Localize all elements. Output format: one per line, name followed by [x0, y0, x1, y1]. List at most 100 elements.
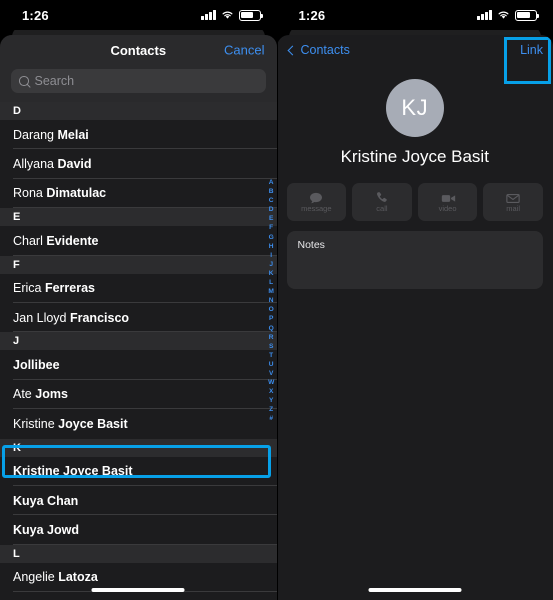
section-header-E: E: [0, 208, 277, 227]
back-button[interactable]: Contacts: [287, 43, 350, 57]
list-item[interactable]: Jollibee: [0, 350, 277, 381]
message-bubble-icon: [309, 191, 323, 204]
list-item[interactable]: Kristine Joyce Basit: [0, 409, 277, 439]
list-item[interactable]: Darang Melai: [0, 120, 277, 150]
section-header-F: F: [0, 255, 277, 274]
contact-name-label: Kristine Joyce Basit: [13, 464, 133, 479]
index-letter-L[interactable]: L: [269, 278, 273, 287]
detail-nav-bar: Contacts Link: [277, 35, 553, 84]
list-item[interactable]: Kristine Joyce Basit: [0, 456, 277, 487]
index-letter-G[interactable]: G: [269, 233, 274, 242]
index-letter-hash[interactable]: #: [269, 414, 273, 423]
list-item[interactable]: Kuya Jowd: [0, 515, 277, 546]
contact-name-label: Ate Joms: [13, 387, 68, 402]
action-button-message[interactable]: message: [286, 183, 347, 221]
index-letter-F[interactable]: F: [269, 223, 273, 232]
envelope-icon: [506, 191, 520, 204]
chevron-left-icon: [287, 45, 297, 55]
index-letter-P[interactable]: P: [269, 314, 274, 323]
index-letter-A[interactable]: A: [269, 178, 274, 187]
section-header-letter: L: [13, 547, 20, 560]
action-button-row: message call video mail: [277, 167, 553, 221]
notes-card[interactable]: Notes: [286, 231, 543, 289]
list-item[interactable]: Kuya Chan: [0, 485, 277, 516]
section-header-letter: J: [13, 335, 20, 348]
index-letter-H[interactable]: H: [269, 242, 274, 251]
section-header-L: L: [0, 544, 277, 563]
action-button-mail[interactable]: mail: [483, 183, 543, 221]
action-button-label: video: [438, 204, 457, 213]
list-item[interactable]: Rona Dimatulac: [0, 178, 277, 209]
contact-name-label: Darang Melai: [13, 127, 89, 142]
index-letter-Q[interactable]: Q: [269, 324, 274, 333]
search-placeholder: Search: [34, 74, 75, 88]
page-title: Contacts: [110, 42, 167, 58]
index-letter-M[interactable]: M: [268, 287, 274, 296]
contacts-list[interactable]: D Darang Melai Allyana David Rona Dimatulac…: [0, 102, 277, 600]
section-header-letter: D: [13, 105, 21, 117]
section-header-J: J: [0, 332, 277, 351]
index-letter-O[interactable]: O: [269, 305, 274, 314]
index-letter-E[interactable]: E: [269, 214, 274, 223]
battery-icon: [515, 9, 540, 21]
index-letter-V[interactable]: V: [269, 369, 274, 378]
index-letter-W[interactable]: W: [268, 378, 274, 387]
avatar-initials: KJ: [401, 95, 429, 120]
status-bar-left: 1:26: [0, 0, 277, 30]
list-item[interactable]: Ate Joms: [0, 379, 277, 410]
search-icon: [19, 76, 29, 86]
contact-name-label: Kristine Joyce Basit: [13, 416, 128, 431]
list-item[interactable]: Erica Ferreras: [0, 273, 277, 304]
pane-divider: [276, 0, 278, 600]
section-header-K: K: [0, 438, 277, 457]
index-letter-J[interactable]: J: [269, 260, 273, 269]
list-item[interactable]: Allyana David: [0, 149, 277, 180]
alphabet-index-strip[interactable]: A B C D E F G H I J K L M N O P Q R S T U V W X Y Z #: [268, 178, 274, 424]
dual-screenshot-composite: 1:26 Contacts Cancel Search D Darang Mel…: [0, 0, 553, 600]
status-bar-time: 1:26: [22, 7, 49, 23]
contact-name-label: Jan Lloyd Francisco: [13, 310, 130, 325]
contact-name-label: Rona Dimatulac: [13, 186, 107, 201]
index-letter-I[interactable]: I: [270, 251, 272, 260]
search-input[interactable]: Search: [11, 69, 266, 93]
index-letter-S[interactable]: S: [269, 342, 274, 351]
index-letter-U[interactable]: U: [269, 360, 274, 369]
contact-detail-sheet: Contacts Link KJ Kristine Joyce Basit me…: [276, 35, 553, 600]
home-indicator-right: [368, 588, 462, 592]
contact-picker-sheet: Contacts Cancel Search D Darang Melai Ally…: [0, 35, 277, 600]
avatar: KJ: [385, 79, 444, 137]
section-header-letter: E: [13, 211, 21, 224]
video-camera-icon: [441, 191, 455, 202]
list-item[interactable]: Charl Evidente: [0, 226, 277, 256]
cancel-button[interactable]: Cancel: [224, 43, 264, 58]
index-letter-Z[interactable]: Z: [269, 405, 273, 414]
index-letter-B[interactable]: B: [269, 187, 274, 196]
action-button-label: mail: [506, 204, 521, 213]
index-letter-N[interactable]: N: [269, 296, 274, 305]
status-bar-icons: [200, 9, 263, 21]
right-pane-contact-detail: 1:26 Contacts Link KJ Kristine Joyce Bas…: [276, 0, 553, 600]
section-header-D: D: [0, 102, 277, 120]
search-bar-container: Search: [0, 65, 277, 102]
index-letter-R[interactable]: R: [269, 333, 274, 342]
wifi-icon: [498, 11, 509, 19]
back-button-label: Contacts: [300, 43, 350, 57]
contact-name-label: Allyana David: [13, 157, 92, 172]
left-pane-contact-picker: 1:26 Contacts Cancel Search D Darang Mel…: [0, 0, 277, 600]
contact-name-label: Charl Evidente: [13, 233, 99, 248]
index-letter-D[interactable]: D: [269, 205, 274, 214]
link-button[interactable]: Link: [520, 43, 543, 57]
contact-name-label: Erica Ferreras: [13, 281, 95, 296]
wifi-icon: [222, 11, 232, 19]
list-item[interactable]: Jan Lloyd Francisco: [0, 302, 277, 333]
index-letter-X[interactable]: X: [269, 387, 274, 396]
status-bar-time-right: 1:26: [298, 7, 326, 23]
action-button-call[interactable]: call: [352, 183, 412, 221]
index-letter-K[interactable]: K: [269, 269, 274, 278]
index-letter-Y[interactable]: Y: [269, 396, 274, 405]
action-button-video[interactable]: video: [417, 183, 478, 221]
section-header-letter: F: [13, 258, 20, 271]
index-letter-T[interactable]: T: [269, 351, 273, 360]
index-letter-C[interactable]: C: [269, 196, 274, 205]
cellular-signal-icon: [200, 10, 216, 20]
